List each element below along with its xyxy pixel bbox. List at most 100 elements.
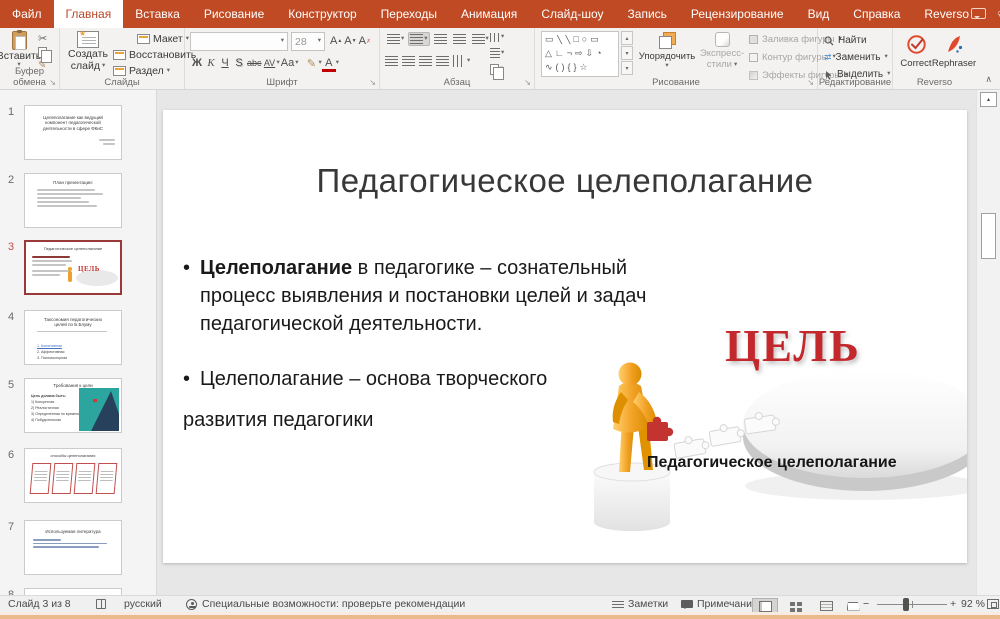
- slide-thumbnail-1[interactable]: Целеполагание как ведущий компонент педа…: [24, 105, 122, 160]
- group-drawing: ▭╲╲□○▭ △∟¬⇨⇩◔ ∿(){}☆ ▴ ▾ ▾ Упорядочить ▾…: [535, 28, 818, 89]
- character-spacing-button[interactable]: AV: [263, 54, 277, 72]
- font-size-combo[interactable]: 28▾: [291, 32, 325, 51]
- dialog-launcher-icon[interactable]: ↘: [49, 78, 56, 87]
- tab-help[interactable]: Справка: [841, 0, 912, 28]
- reset-button[interactable]: Восстановить: [113, 47, 196, 63]
- thumb-text-line: [103, 143, 115, 145]
- slide-thumbnail-7[interactable]: Используемая литература: [24, 520, 122, 575]
- thumb-text-line: [99, 139, 115, 141]
- rephraser-feather-icon: [944, 34, 965, 55]
- arrange-button[interactable]: Упорядочить ▾: [637, 32, 697, 69]
- smartart-icon: [490, 64, 499, 75]
- comments-toggle[interactable]: Примечания: [697, 598, 758, 610]
- align-text-button[interactable]: ▾: [488, 46, 506, 60]
- accessibility-icon[interactable]: [186, 599, 197, 610]
- tab-review[interactable]: Рецензирование: [679, 0, 796, 28]
- dialog-launcher-icon[interactable]: ↘: [524, 78, 531, 87]
- group-label-reverso: Reverso: [893, 77, 976, 88]
- columns-icon[interactable]: [453, 55, 463, 67]
- reverso-rephraser-button[interactable]: Rephraser: [935, 34, 973, 69]
- slide-title[interactable]: Педагогическое целеполагание: [163, 162, 967, 200]
- replace-button[interactable]: ⇄Заменить▾: [824, 50, 890, 65]
- underline-button[interactable]: Ч: [218, 54, 232, 72]
- thumb-title: Педагогическое целеполагание: [26, 247, 120, 252]
- decrease-indent-button[interactable]: [432, 32, 449, 46]
- bullets-button[interactable]: ▾: [385, 32, 406, 46]
- thumb-title: способы целеполагания: [25, 454, 121, 459]
- slide-canvas[interactable]: Педагогическое целеполагание Целеполаган…: [163, 110, 967, 563]
- tab-animations[interactable]: Анимация: [449, 0, 529, 28]
- quick-styles-button[interactable]: Экспресс- стили▾: [698, 32, 746, 71]
- change-case-button[interactable]: Aa: [280, 54, 295, 72]
- tab-view[interactable]: Вид: [796, 0, 842, 28]
- vertical-scrollbar[interactable]: ▴: [976, 90, 1000, 595]
- ribbon: Вставить ▾ ✂ ✎ Буфер обмена ↘ Создать сл…: [0, 28, 1000, 90]
- slide-thumbnail-4[interactable]: Таксономия педагогических целей по Б.Блу…: [24, 310, 122, 365]
- accessibility-status[interactable]: Специальные возможности: проверьте реком…: [202, 598, 465, 610]
- collapse-ribbon-icon[interactable]: ∧: [985, 74, 992, 85]
- spell-check-icon[interactable]: [96, 599, 106, 609]
- numbering-button[interactable]: ▾: [408, 32, 429, 46]
- thumb-number-6: 6: [8, 449, 14, 461]
- tab-transitions[interactable]: Переходы: [369, 0, 449, 28]
- scroll-up-icon[interactable]: ▴: [980, 92, 997, 107]
- clear-formatting-button[interactable]: А✗: [358, 32, 372, 50]
- align-right-icon[interactable]: [419, 56, 432, 66]
- group-slides: Создать слайд▾ Макет▾ Восстановить Разде…: [60, 28, 185, 89]
- zoom-in-button[interactable]: +: [950, 598, 956, 610]
- normal-view-icon: [759, 601, 772, 612]
- dialog-launcher-icon[interactable]: ↘: [807, 78, 814, 87]
- paste-button[interactable]: Вставить ▾: [2, 31, 36, 69]
- text-shadow-button[interactable]: S: [232, 54, 246, 72]
- slide-thumbnail-3-selected[interactable]: Педагогическое целеполагание ЦЕЛЬ: [24, 240, 122, 295]
- justify-icon[interactable]: [436, 56, 449, 66]
- tab-file[interactable]: Файл: [0, 0, 54, 28]
- tab-slideshow[interactable]: Слайд-шоу: [529, 0, 615, 28]
- fit-to-window-icon[interactable]: [987, 599, 999, 609]
- align-center-icon[interactable]: [402, 56, 415, 66]
- notes-toggle[interactable]: Заметки: [628, 598, 668, 610]
- new-slide-button[interactable]: Создать слайд▾: [65, 31, 111, 72]
- zoom-percentage[interactable]: 92 %: [961, 598, 985, 610]
- grow-font-button[interactable]: А▲: [329, 32, 343, 50]
- italic-button[interactable]: К: [204, 54, 218, 72]
- shrink-font-button[interactable]: А▼: [343, 32, 357, 50]
- shapes-more-button[interactable]: ▾: [621, 61, 633, 75]
- goal-picture[interactable]: ЦЕЛЬ Педагогическое целеполагание: [575, 324, 967, 540]
- shapes-gallery[interactable]: ▭╲╲□○▭ △∟¬⇨⇩◔ ∿(){}☆: [541, 31, 619, 77]
- zoom-out-button[interactable]: −: [863, 598, 869, 610]
- align-left-icon[interactable]: [385, 56, 398, 66]
- slide-thumbnail-8[interactable]: [24, 588, 122, 595]
- tab-draw[interactable]: Рисование: [192, 0, 276, 28]
- strikethrough-button[interactable]: abc: [246, 54, 263, 72]
- scrollbar-thumb[interactable]: [981, 213, 996, 259]
- tab-insert[interactable]: Вставка: [123, 0, 192, 28]
- cut-icon[interactable]: ✂: [38, 32, 50, 45]
- tab-home[interactable]: Главная: [54, 0, 124, 28]
- zoom-slider-thumb[interactable]: [903, 598, 909, 611]
- tab-record[interactable]: Запись: [616, 0, 679, 28]
- language-indicator[interactable]: русский: [124, 598, 162, 610]
- font-name-combo[interactable]: ▾: [190, 32, 288, 51]
- find-button[interactable]: Найти: [824, 33, 890, 48]
- slide-thumbnail-2[interactable]: План презентации:: [24, 173, 122, 228]
- shapes-scroll-down[interactable]: ▾: [621, 46, 633, 60]
- comments-bubble-icon[interactable]: [971, 8, 986, 19]
- dialog-launcher-icon[interactable]: ↘: [369, 78, 376, 87]
- slide-thumbnail-6[interactable]: способы целеполагания: [24, 448, 122, 503]
- text-direction-button[interactable]: ▾: [488, 31, 506, 44]
- tab-design[interactable]: Конструктор: [276, 0, 368, 28]
- copy-icon[interactable]: [38, 47, 47, 58]
- slide-thumbnail-5[interactable]: Требования к цели Цель должна быть: 1) К…: [24, 378, 122, 433]
- decrease-indent-icon: [434, 34, 447, 44]
- font-color-button[interactable]: А: [322, 54, 336, 72]
- thumb-text-line: [37, 197, 81, 199]
- layout-button[interactable]: Макет▾: [113, 31, 196, 47]
- convert-smartart-button[interactable]: ▾: [488, 62, 506, 77]
- increase-indent-button[interactable]: [451, 32, 468, 46]
- bold-button[interactable]: Ж: [190, 54, 204, 72]
- correct-label: Correct: [900, 58, 931, 69]
- highlight-pen-button[interactable]: ✎: [305, 54, 319, 72]
- reverso-correct-button[interactable]: Correct: [897, 34, 935, 69]
- shapes-scroll-up[interactable]: ▴: [621, 31, 633, 45]
